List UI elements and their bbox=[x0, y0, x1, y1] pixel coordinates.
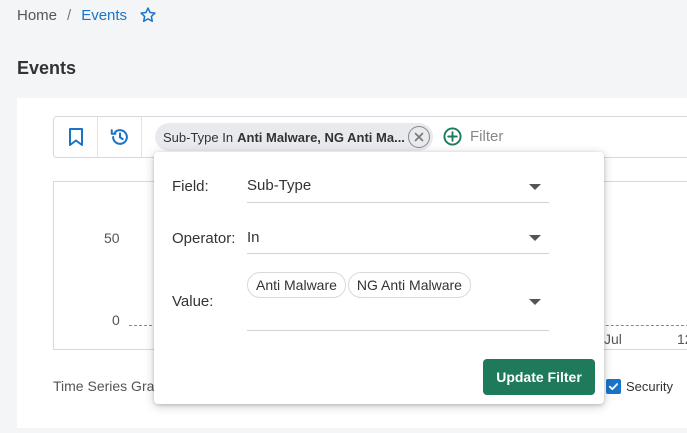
bookmark-button[interactable] bbox=[54, 117, 98, 157]
filter-chip[interactable]: Sub-Type In Anti Malware, NG Anti Ma... bbox=[155, 123, 433, 151]
breadcrumb: Home / Events bbox=[17, 5, 157, 25]
value-label: Value: bbox=[172, 293, 214, 310]
history-icon bbox=[110, 129, 128, 145]
y-tick-label: 0 bbox=[112, 312, 120, 328]
field-select-value: Sub-Type bbox=[247, 177, 312, 194]
breadcrumb-current[interactable]: Events bbox=[81, 7, 127, 24]
value-chip[interactable]: Anti Malware bbox=[247, 272, 346, 298]
update-filter-button[interactable]: Update Filter bbox=[483, 359, 595, 395]
field-label: Field: bbox=[172, 178, 209, 195]
field-select[interactable]: Sub-Type bbox=[247, 170, 549, 203]
filter-edit-popover: Field: Sub-Type Operator: In Value: Anti… bbox=[154, 152, 604, 404]
x-tick-label: 12 bbox=[677, 331, 687, 347]
page-title: Events bbox=[17, 58, 77, 78]
bookmark-icon bbox=[68, 128, 83, 146]
close-icon bbox=[414, 132, 424, 142]
operator-label: Operator: bbox=[172, 230, 236, 247]
chart-caption: Time Series Gra bbox=[53, 378, 155, 394]
chevron-down-icon bbox=[529, 184, 541, 190]
value-multiselect[interactable]: Anti Malware NG Anti Malware bbox=[247, 272, 549, 331]
filter-chip-field: Sub-Type In bbox=[163, 129, 234, 145]
remove-filter-button[interactable] bbox=[408, 126, 430, 148]
breadcrumb-separator: / bbox=[67, 6, 72, 24]
add-filter-label: Filter bbox=[470, 128, 504, 145]
filter-chip-values: Anti Malware, NG Anti Ma... bbox=[237, 129, 405, 145]
chevron-down-icon bbox=[529, 235, 541, 241]
star-icon[interactable] bbox=[139, 6, 157, 24]
legend-item-security[interactable]: Security bbox=[606, 379, 673, 394]
operator-select-value: In bbox=[247, 229, 260, 246]
value-chip[interactable]: NG Anti Malware bbox=[347, 272, 471, 298]
checkbox-checked-icon[interactable] bbox=[606, 379, 621, 394]
chevron-down-icon bbox=[529, 299, 541, 305]
x-tick-label: Jul bbox=[604, 331, 622, 347]
breadcrumb-home-link[interactable]: Home bbox=[17, 7, 57, 24]
operator-select[interactable]: In bbox=[247, 222, 549, 254]
plus-circle-icon bbox=[443, 127, 462, 146]
legend-label: Security bbox=[626, 379, 673, 394]
add-filter-button[interactable]: Filter bbox=[443, 127, 503, 146]
history-button[interactable] bbox=[98, 117, 142, 157]
y-tick-label: 50 bbox=[104, 230, 120, 246]
